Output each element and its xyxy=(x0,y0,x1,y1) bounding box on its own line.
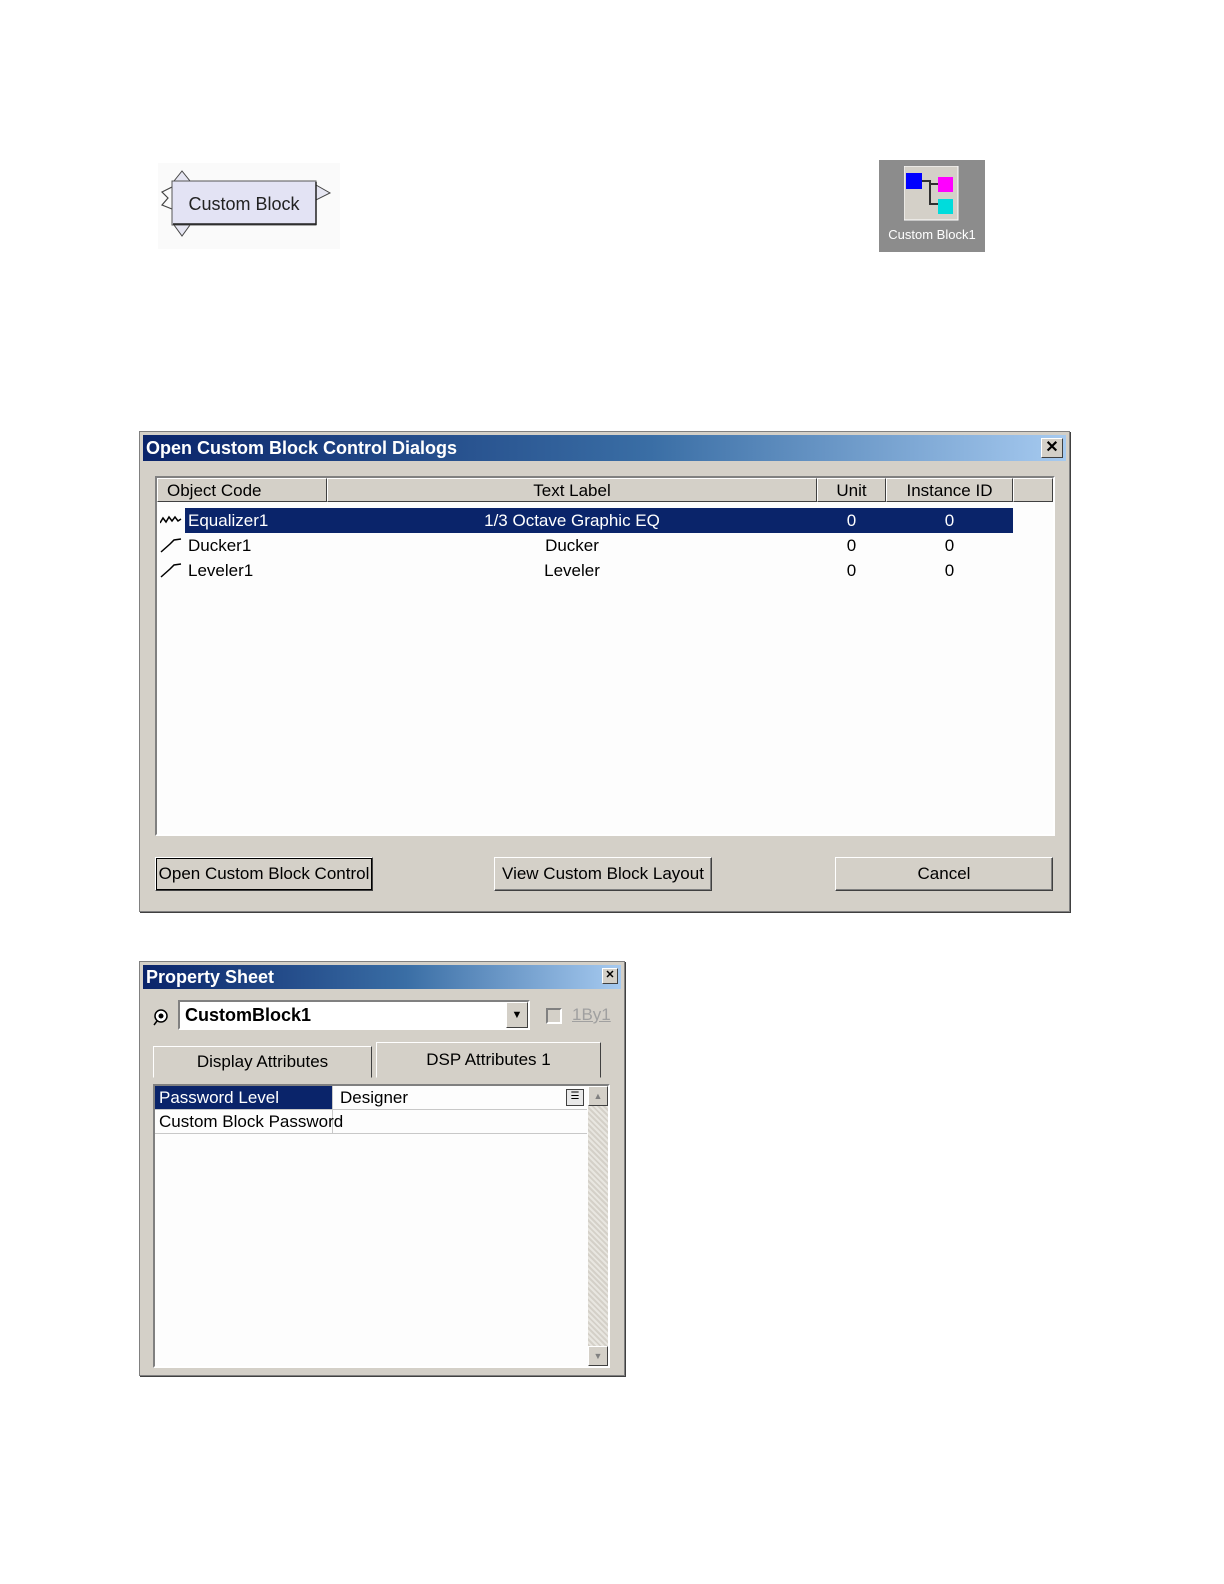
close-icon[interactable]: ✕ xyxy=(1041,438,1063,458)
property-name: Custom Block Password xyxy=(155,1110,343,1133)
custom-block-icon xyxy=(904,166,959,221)
instance-id: 0 xyxy=(944,561,955,580)
property-sheet-title: Property Sheet xyxy=(146,967,275,987)
object-code: Leveler1 xyxy=(188,561,254,580)
column-header-text-label[interactable]: Text Label xyxy=(327,478,817,502)
dialog-title: Open Custom Block Control Dialogs xyxy=(146,438,458,458)
eq-wave-icon xyxy=(160,515,182,524)
column-header-unit[interactable]: Unit xyxy=(817,478,886,502)
property-row[interactable]: Password Level Designer ☰ xyxy=(155,1086,587,1110)
list-picker-icon[interactable]: ☰ xyxy=(566,1089,584,1106)
scroll-up-icon[interactable]: ▲ xyxy=(588,1086,608,1106)
instance-id: 0 xyxy=(944,536,955,555)
property-sheet-panel: Property Sheet ✕ CustomBlock1 ▼ 1By1 Dis… xyxy=(139,961,625,1376)
property-grid[interactable]: Password Level Designer ☰ Custom Block P… xyxy=(153,1084,610,1368)
dialog-titlebar[interactable]: Open Custom Block Control Dialogs ✕ xyxy=(143,435,1066,461)
chevron-down-icon[interactable]: ▼ xyxy=(506,1002,528,1028)
column-header-filler xyxy=(1013,478,1053,502)
custom-block-node[interactable]: Custom Block xyxy=(158,163,340,249)
custom-block-tile-label: Custom Block1 xyxy=(888,227,976,242)
unit: 0 xyxy=(846,561,857,580)
block-list[interactable]: Object Code Text Label Unit Instance ID … xyxy=(155,476,1055,836)
unit: 0 xyxy=(846,511,857,530)
column-header-object-code[interactable]: Object Code xyxy=(157,478,327,502)
1by1-checkbox-label: 1By1 xyxy=(572,1005,611,1024)
open-custom-block-dialog: Open Custom Block Control Dialogs ✕ Obje… xyxy=(139,431,1070,912)
object-code: Ducker1 xyxy=(188,536,252,555)
object-selector-dropdown[interactable]: CustomBlock1 ▼ xyxy=(178,1000,530,1030)
1by1-checkbox[interactable] xyxy=(546,1008,562,1024)
text-label: Leveler xyxy=(544,561,600,580)
text-label: 1/3 Octave Graphic EQ xyxy=(484,511,660,530)
property-row[interactable]: Custom Block Password xyxy=(155,1110,587,1134)
open-custom-block-control-button[interactable]: Open Custom Block Control xyxy=(155,857,373,891)
object-code: Equalizer1 xyxy=(188,511,269,530)
tab-dsp-attributes-1[interactable]: DSP Attributes 1 xyxy=(376,1042,601,1078)
view-custom-block-layout-button[interactable]: View Custom Block Layout xyxy=(494,857,712,891)
property-name: Password Level xyxy=(155,1086,333,1109)
custom-block-label: Custom Block xyxy=(188,194,300,214)
list-item[interactable]: Equalizer1 1/3 Octave Graphic EQ 0 0 xyxy=(157,508,1053,533)
column-header-instance-id[interactable]: Instance ID xyxy=(886,478,1013,502)
dynamics-curve-icon xyxy=(160,538,182,553)
property-sheet-titlebar[interactable]: Property Sheet ✕ xyxy=(143,965,621,989)
list-item[interactable]: Ducker1 Ducker 0 0 xyxy=(157,533,1053,558)
tab-display-attributes[interactable]: Display Attributes xyxy=(153,1046,372,1078)
property-value[interactable] xyxy=(335,1110,587,1133)
scroll-down-icon[interactable]: ▼ xyxy=(588,1346,608,1366)
close-icon[interactable]: ✕ xyxy=(602,968,618,984)
instance-id: 0 xyxy=(944,511,955,530)
property-value[interactable]: Designer xyxy=(335,1086,587,1109)
text-label: Ducker xyxy=(545,536,599,555)
dynamics-curve-icon xyxy=(160,563,182,578)
vertical-scrollbar[interactable]: ▲ ▼ xyxy=(588,1086,608,1366)
cancel-button[interactable]: Cancel xyxy=(835,857,1053,891)
list-item[interactable]: Leveler1 Leveler 0 0 xyxy=(157,558,1053,583)
object-selector-value: CustomBlock1 xyxy=(185,1005,312,1025)
unit: 0 xyxy=(846,536,857,555)
custom-block-tile[interactable]: Custom Block1 xyxy=(879,160,985,252)
lock-pin-icon[interactable] xyxy=(152,1008,170,1026)
